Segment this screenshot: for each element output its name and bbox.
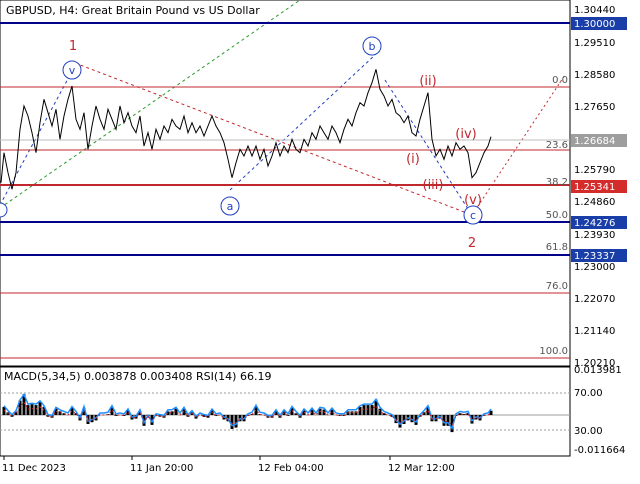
macd-bar [362,405,366,415]
fib-label-23: 23.6 [546,140,568,151]
fib-label-0: 0.0 [552,75,568,86]
time-tick: 12 Feb 04:00 [258,463,324,474]
chart-title: GBPUSD, H4: Great Britain Pound vs US Do… [6,4,260,17]
macd-bar [378,408,382,415]
price-tag-current: 1.26684 [571,134,627,147]
wave-label-ii: (ii) [419,74,436,89]
wave-label-2: 2 [468,236,476,251]
wave-label-v: (v) [464,193,482,208]
price-tick: 1.27650 [574,102,615,113]
price-tick: 1.23930 [574,230,615,241]
wave-label-iv: (iv) [455,127,476,142]
macd-bar [34,405,38,415]
price-tag-support-low: 1.23337 [571,249,627,262]
macd-bar [230,415,234,429]
wave-marker-c: c [463,205,483,225]
indicator-tick: 30.00 [574,426,603,437]
indicator-tick: -0.011664 [574,445,625,456]
indicator-tick: 0.013981 [574,365,622,376]
svg-text:v: v [69,64,76,77]
indicator-caption: MACD(5,34,5) 0.003878 0.003408 RSI(14) 6… [4,370,271,383]
time-tick: 12 Mar 12:00 [388,463,455,474]
macd-bar [30,404,34,415]
time-tick: 11 Jan 20:00 [130,463,193,474]
fib-label-100: 100.0 [539,346,568,357]
fib-label-38: 38.2 [546,177,568,188]
svg-text:b: b [369,40,376,53]
macd-bar [398,415,402,428]
svg-text:c: c [470,209,476,222]
fib-label-76: 76.0 [546,281,568,292]
main-chart-frame [0,0,571,367]
price-tick: 1.28580 [574,70,615,81]
indicator-tick: 70.00 [574,388,603,399]
svg-text:1.26684: 1.26684 [574,136,615,147]
wave-label-iii: (iii) [423,178,444,193]
price-tag-support-red: 1.25341 [571,180,627,193]
svg-text:1.24276: 1.24276 [574,218,615,229]
time-tick: 11 Dec 2023 [2,463,66,474]
wave-label-i: (i) [406,152,420,167]
svg-text:1.25341: 1.25341 [574,182,615,193]
svg-text:a: a [227,200,234,213]
macd-bar [366,405,370,415]
price-tag-resistance: 1.30000 [571,17,627,30]
macd-bar [234,415,238,428]
chart-canvas[interactable]: 0.0 23.6 38.2 50.0 61.8 76.0 100.0 1 2 v… [0,0,640,480]
price-tick: 1.29510 [574,38,615,49]
macd-bar [114,415,118,416]
price-tick: 1.30440 [574,5,615,16]
price-tick: 1.25790 [574,165,615,176]
wave-label-1: 1 [69,39,77,54]
price-tick: 1.23000 [574,262,615,273]
macd-bar [38,401,42,415]
wave-marker-a: a [220,196,240,216]
trading-chart[interactable]: 0.0 23.6 38.2 50.0 61.8 76.0 100.0 1 2 v… [0,0,640,480]
fib-label-50: 50.0 [546,210,568,221]
macd-bar [370,405,374,415]
fib-label-61: 61.8 [546,242,568,253]
wave-marker-b: b [362,36,382,56]
time-axis[interactable]: 11 Dec 2023 11 Jan 20:00 12 Feb 04:00 12… [2,456,455,474]
price-tick: 1.21140 [574,326,615,337]
price-tick: 1.22070 [574,294,615,305]
wave-marker-v-left: v [62,60,82,80]
price-tag-support-blue: 1.24276 [571,216,627,229]
price-tick: 1.24860 [574,197,615,208]
svg-text:1.30000: 1.30000 [574,19,615,30]
svg-text:1.23337: 1.23337 [574,251,615,262]
